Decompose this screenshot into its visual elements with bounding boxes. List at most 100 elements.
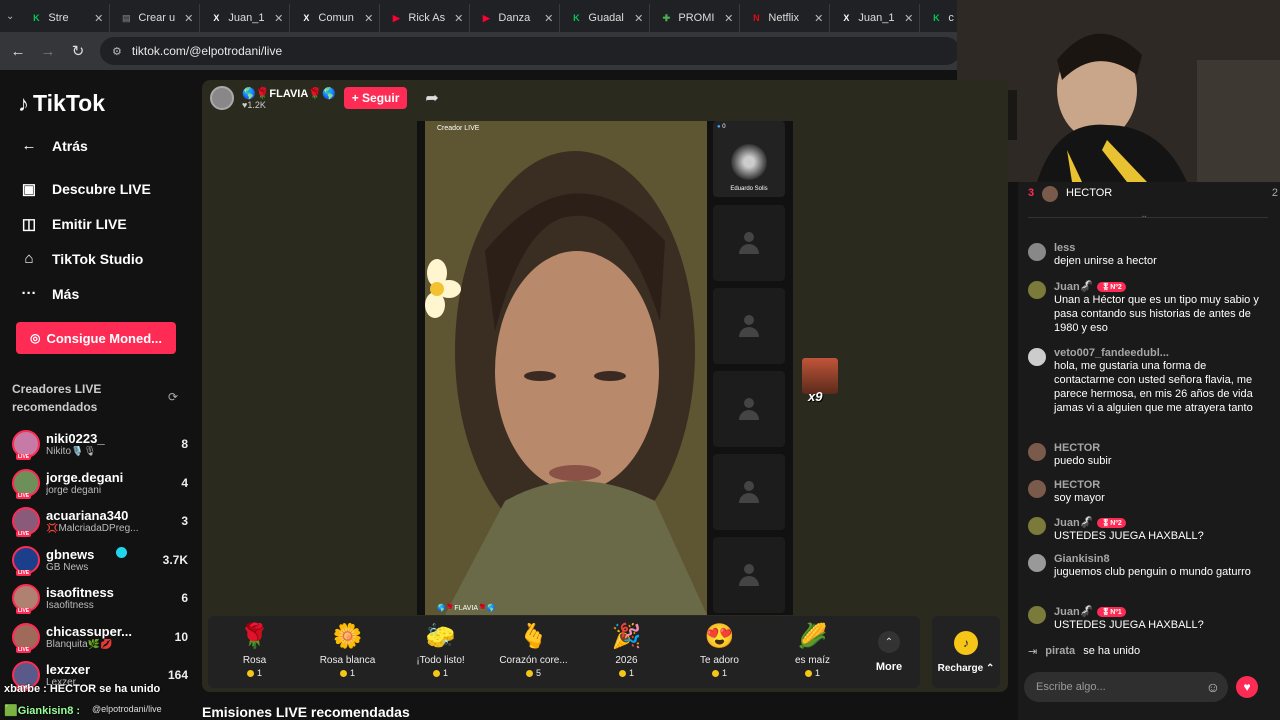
- back-arrow-icon[interactable]: ←: [10, 43, 26, 60]
- chat-avatar[interactable]: [1028, 517, 1046, 535]
- rank-badge: 🎖Nº1: [1097, 606, 1126, 617]
- more-gifts-button[interactable]: ⌃ More: [859, 616, 919, 688]
- gift-item[interactable]: 🌽 es maíz 1: [766, 616, 859, 688]
- url-field[interactable]: ⚙ tiktok.com/@elpotrodani/live: [100, 37, 960, 65]
- tab-close-icon[interactable]: ✕: [814, 12, 823, 25]
- chat-avatar[interactable]: [1028, 443, 1046, 461]
- sidebar-item-1[interactable]: ▣ Descubre LIVE: [20, 180, 151, 198]
- tab-title: Crear u: [138, 12, 176, 24]
- chat-input[interactable]: Escribe algo... ☺: [1024, 672, 1228, 702]
- tab-close-icon[interactable]: ✕: [634, 12, 643, 25]
- get-coins-button[interactable]: ◎ Consigue Moned...: [16, 322, 176, 354]
- sidebar-item-2[interactable]: ◫ Emitir LIVE: [20, 215, 127, 233]
- creator-avatar: LIVE: [12, 584, 40, 614]
- chat-username[interactable]: HECTOR: [1054, 479, 1105, 491]
- gift-price-value: 1: [628, 668, 634, 678]
- chat-username[interactable]: Juan🦨 🎖Nº2: [1054, 516, 1204, 529]
- chat-avatar[interactable]: [1028, 243, 1046, 261]
- collapse-chevron-icon[interactable]: ⌄: [1140, 210, 1148, 221]
- tab-favicon-icon: ▤: [122, 12, 131, 23]
- chat-username[interactable]: less: [1054, 242, 1157, 254]
- browser-tab[interactable]: X Juan_1 ✕: [830, 4, 921, 32]
- reload-icon[interactable]: ↻: [70, 42, 86, 60]
- tab-close-icon[interactable]: ✕: [724, 12, 733, 25]
- tiktok-logo[interactable]: ♪ TikTok: [18, 90, 105, 117]
- chat-avatar[interactable]: [1028, 606, 1046, 624]
- emoji-icon[interactable]: ☺: [1206, 679, 1220, 695]
- browser-tab[interactable]: N Netflix ✕: [740, 4, 831, 32]
- gift-item[interactable]: 😍 Te adoro 1: [673, 616, 766, 688]
- browser-tab[interactable]: K Stre ✕: [20, 4, 111, 32]
- coin-icon: [525, 669, 533, 677]
- live-badge: LIVE: [16, 492, 32, 499]
- tab-close-icon[interactable]: ✕: [274, 12, 283, 25]
- tab-close-icon[interactable]: ✕: [544, 12, 553, 25]
- host-video[interactable]: Creador LIVE 🌎🌹FLAVIA🌹🌎: [425, 121, 707, 615]
- tab-close-icon[interactable]: ✕: [904, 12, 913, 25]
- browser-tab[interactable]: ▶ Danza ✕: [470, 4, 561, 32]
- coin-icon: [711, 669, 719, 677]
- guest-slot-2[interactable]: [713, 205, 785, 281]
- chat-message: Juan🦨 🎖Nº2 Unan a Héctor que es un tipo mu…: [1028, 280, 1268, 335]
- browser-tab[interactable]: X Juan_1 ✕: [200, 4, 291, 32]
- gift-icon: 🧽: [425, 623, 456, 650]
- browser-tab[interactable]: ▶ Rick As ✕: [380, 4, 471, 32]
- chat-username[interactable]: Juan🦨 🎖Nº1: [1054, 605, 1204, 618]
- tab-close-icon[interactable]: ✕: [184, 12, 193, 25]
- host-avatar[interactable]: [210, 86, 234, 110]
- gift-item[interactable]: 🧽 ¡Todo listo! 1: [394, 616, 487, 688]
- recharge-button[interactable]: ♪ Recharge ⌃: [932, 616, 1000, 688]
- guest-slot-1[interactable]: ● 0 Eduardo Solis: [713, 121, 785, 197]
- share-icon[interactable]: ➦: [425, 88, 438, 108]
- browser-tab[interactable]: ✚ PROMI ✕: [650, 4, 741, 32]
- guest-count-value: 0: [722, 124, 726, 130]
- chat-avatar[interactable]: [1028, 554, 1046, 572]
- host-video-label: 🌎🌹FLAVIA🌹🌎: [437, 605, 496, 612]
- recommended-creator[interactable]: LIVE jorge.degani jorge degani 4: [12, 466, 188, 500]
- sidebar-item-4[interactable]: ··· Más: [20, 285, 80, 302]
- tab-search-chevron-icon[interactable]: ⌄: [6, 6, 14, 26]
- recommended-creator[interactable]: LIVE isaofitness Isaofitness 6: [12, 581, 188, 615]
- tab-close-icon[interactable]: ✕: [364, 12, 373, 25]
- follow-button[interactable]: + Seguir: [343, 87, 408, 109]
- gift-icon: 🌽: [797, 623, 828, 650]
- live-badge: LIVE: [16, 569, 32, 576]
- forward-arrow-icon[interactable]: →: [40, 43, 56, 60]
- gift-item[interactable]: 🌹 Rosa 1: [208, 616, 301, 688]
- guest-slot-6[interactable]: [713, 537, 785, 613]
- like-heart-icon[interactable]: ♥: [1236, 676, 1258, 698]
- recommended-creator[interactable]: LIVE gbnews GB News 3.7K: [12, 543, 188, 577]
- recommended-creator[interactable]: LIVE chicassuper... Blanquita🌿💋 10: [12, 620, 188, 654]
- chat-username[interactable]: Giankisin8: [1054, 553, 1251, 565]
- chat-avatar[interactable]: [1028, 348, 1046, 366]
- chat-avatar[interactable]: [1028, 281, 1046, 299]
- recommended-creator[interactable]: LIVE acuariana340 💢MalcriadaDPreg... 3: [12, 504, 188, 538]
- sidebar-item-0[interactable]: ← Atrás: [20, 137, 88, 154]
- browser-tab[interactable]: ▤ Crear u ✕: [110, 4, 201, 32]
- overlay-join-text: xbarbe : HECTOR se ha unido: [4, 683, 161, 695]
- sidebar-item-3[interactable]: ⌂ TikTok Studio: [20, 250, 143, 267]
- gift-item[interactable]: 🌼 Rosa blanca 1: [301, 616, 394, 688]
- tab-close-icon[interactable]: ✕: [454, 12, 463, 25]
- chat-username[interactable]: Juan🦨 🎖Nº2: [1054, 280, 1268, 293]
- browser-tab[interactable]: X Comun ✕: [290, 4, 381, 32]
- chat-avatar[interactable]: [1028, 480, 1046, 498]
- chat-username[interactable]: veto007_fandeedubl...: [1054, 347, 1268, 359]
- browser-tab[interactable]: K Guadal ✕: [560, 4, 651, 32]
- gift-item[interactable]: 🎉 2026 1: [580, 616, 673, 688]
- guest-slot-4[interactable]: [713, 371, 785, 447]
- guest-slot-5[interactable]: [713, 454, 785, 530]
- guest-slot-3[interactable]: [713, 288, 785, 364]
- gift-item[interactable]: 🫰 Corazón core... 5: [487, 616, 580, 688]
- site-settings-icon[interactable]: ⚙: [112, 45, 122, 58]
- leaderboard-row[interactable]: 3 HECTOR 2: [1028, 182, 1278, 204]
- creator-nickname: GB News: [46, 561, 89, 573]
- refresh-icon[interactable]: ⟳: [168, 390, 178, 404]
- host-name[interactable]: 🌎🌹FLAVIA🌹🌎: [242, 87, 336, 100]
- join-icon: ⇥: [1028, 645, 1038, 658]
- recommended-creator[interactable]: LIVE niki0223_ Nikito🎙️🎙 8: [12, 427, 188, 461]
- join-user[interactable]: pirata: [1045, 645, 1075, 657]
- tab-close-icon[interactable]: ✕: [94, 12, 103, 25]
- chat-username[interactable]: HECTOR: [1054, 442, 1112, 454]
- chat-username-text: less: [1054, 242, 1076, 254]
